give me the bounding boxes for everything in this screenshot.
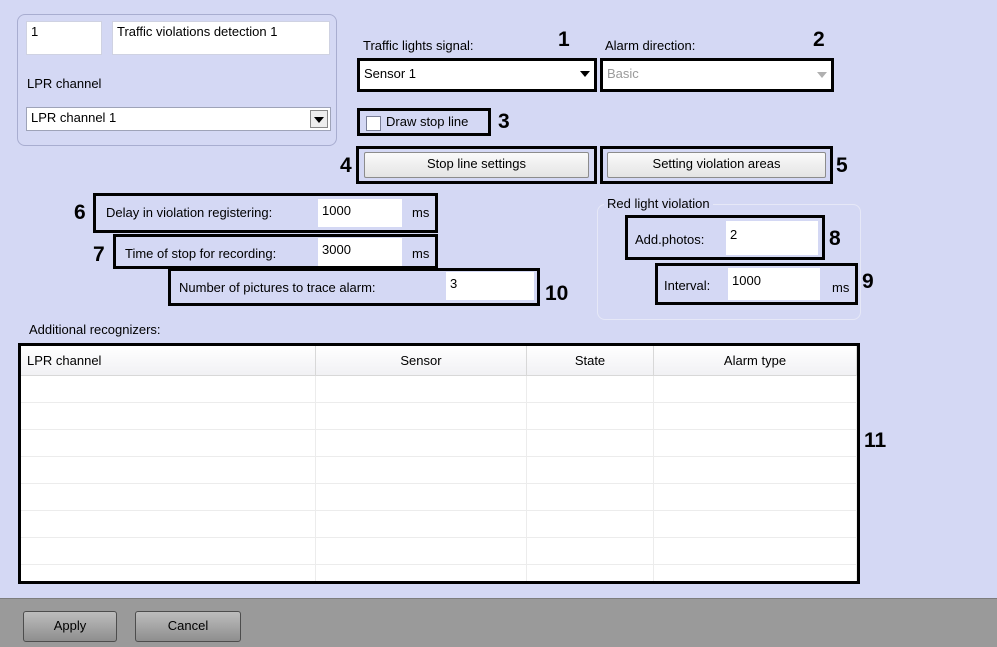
table-cell	[653, 564, 857, 581]
table-cell	[315, 429, 527, 457]
table-cell	[21, 510, 316, 538]
table-cell	[526, 510, 654, 538]
table-row	[21, 564, 857, 581]
table-cell	[526, 537, 654, 565]
table-cell	[653, 483, 857, 511]
table-cell	[315, 483, 527, 511]
chevron-down-icon	[580, 71, 590, 77]
delay-unit: ms	[412, 205, 430, 220]
alarm-direction-value: Basic	[607, 66, 639, 81]
table-cell	[21, 429, 316, 457]
table-cell	[653, 429, 857, 457]
interval-label: Interval:	[664, 278, 711, 293]
delay-input[interactable]: 1000	[318, 199, 402, 227]
table-cell	[315, 510, 527, 538]
table-cell	[21, 537, 316, 565]
marker-1: 1	[558, 28, 570, 51]
table-cell	[315, 402, 527, 430]
column-alarm-type[interactable]: Alarm type	[653, 346, 857, 376]
recognizers-label: Additional recognizers:	[29, 322, 161, 337]
object-name-field[interactable]: Traffic violations detection 1	[112, 21, 330, 55]
add-photos-label: Add.photos:	[635, 232, 705, 247]
stop-time-unit: ms	[412, 246, 430, 261]
table-cell	[315, 456, 527, 484]
table-row	[21, 510, 857, 538]
table-cell	[526, 456, 654, 484]
marker-4: 4	[340, 154, 352, 177]
stop-time-input[interactable]: 3000	[318, 238, 402, 266]
settings-panel: 1 Traffic violations detection 1 LPR cha…	[0, 0, 997, 598]
alarm-direction-select[interactable]: Basic	[600, 58, 834, 92]
pictures-label: Number of pictures to trace alarm:	[179, 280, 376, 295]
recognizers-table-frame: LPR channel Sensor State Alarm type	[18, 343, 860, 584]
table-cell	[526, 375, 654, 403]
lpr-channel-value: LPR channel 1	[31, 110, 117, 125]
violation-areas-frame: Setting violation areas	[600, 146, 833, 184]
table-cell	[21, 483, 316, 511]
table-cell	[653, 456, 857, 484]
column-lpr-channel[interactable]: LPR channel	[21, 346, 316, 376]
table-cell	[526, 402, 654, 430]
marker-7: 7	[93, 243, 105, 266]
interval-input[interactable]: 1000	[728, 268, 820, 300]
table-row	[21, 456, 857, 484]
table-cell	[21, 564, 316, 581]
marker-3: 3	[498, 110, 510, 133]
table-cell	[315, 375, 527, 403]
cancel-button[interactable]: Cancel	[135, 611, 241, 642]
stop-line-settings-button[interactable]: Stop line settings	[364, 152, 589, 178]
marker-10: 10	[545, 282, 569, 305]
table-cell	[653, 510, 857, 538]
lpr-channel-label: LPR channel	[27, 76, 102, 91]
table-cell	[21, 456, 316, 484]
recognizers-table[interactable]: LPR channel Sensor State Alarm type	[21, 346, 857, 581]
stop-time-label: Time of stop for recording:	[125, 246, 277, 261]
pictures-input[interactable]: 3	[446, 272, 534, 300]
table-cell	[526, 483, 654, 511]
table-cell	[315, 564, 527, 581]
delay-label: Delay in violation registering:	[106, 205, 273, 220]
table-header-row: LPR channel Sensor State Alarm type	[21, 346, 857, 376]
interval-unit: ms	[832, 280, 850, 295]
alarm-direction-label: Alarm direction:	[605, 38, 696, 53]
dropdown-button[interactable]	[310, 110, 328, 128]
table-cell	[526, 429, 654, 457]
object-id-field[interactable]: 1	[26, 21, 102, 55]
marker-5: 5	[836, 154, 848, 177]
chevron-down-icon	[817, 72, 827, 78]
table-row	[21, 429, 857, 457]
table-cell	[653, 375, 857, 403]
red-light-group-label: Red light violation	[604, 196, 713, 211]
table-row	[21, 402, 857, 430]
table-row	[21, 483, 857, 511]
traffic-lights-select[interactable]: Sensor 1	[357, 58, 597, 92]
add-photos-input[interactable]: 2	[726, 221, 818, 255]
traffic-lights-label: Traffic lights signal:	[363, 38, 474, 53]
marker-2: 2	[813, 28, 825, 51]
draw-stop-line-checkbox[interactable]: Draw stop line	[357, 108, 491, 136]
traffic-lights-value: Sensor 1	[364, 66, 417, 81]
table-cell	[21, 402, 316, 430]
table-row	[21, 375, 857, 403]
chevron-down-icon	[314, 117, 324, 123]
table-cell	[526, 564, 654, 581]
marker-11: 11	[864, 429, 887, 452]
table-cell	[653, 402, 857, 430]
lpr-channel-select[interactable]: LPR channel 1	[26, 107, 331, 131]
table-cell	[653, 537, 857, 565]
marker-6: 6	[74, 201, 86, 224]
checkbox-box[interactable]	[366, 116, 381, 131]
table-cell	[21, 375, 316, 403]
table-row	[21, 537, 857, 565]
column-sensor[interactable]: Sensor	[315, 346, 527, 376]
marker-8: 8	[829, 227, 841, 250]
table-cell	[315, 537, 527, 565]
stop-line-settings-frame: Stop line settings	[356, 146, 597, 184]
marker-9: 9	[862, 270, 874, 293]
violation-areas-button[interactable]: Setting violation areas	[607, 152, 826, 178]
column-state[interactable]: State	[526, 346, 654, 376]
footer-bar: Apply Cancel	[0, 598, 997, 647]
draw-stop-line-label: Draw stop line	[386, 114, 469, 129]
apply-button[interactable]: Apply	[23, 611, 117, 642]
